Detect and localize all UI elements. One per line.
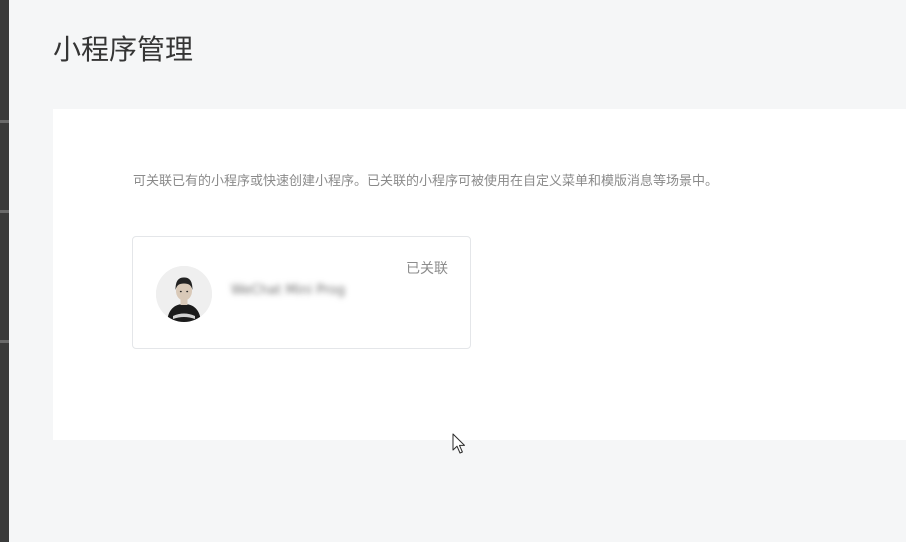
panel-description: 可关联已有的小程序或快速创建小程序。已关联的小程序可被使用在自定义菜单和模版消息… <box>133 174 719 189</box>
linked-status-label: 已关联 <box>406 261 448 277</box>
left-edge-marker <box>0 210 9 213</box>
left-edge-marker <box>0 120 9 123</box>
miniprogram-card[interactable]: WeChat Mini Prog 已关联 <box>132 236 471 349</box>
miniprogram-name: WeChat Mini Prog <box>231 283 346 298</box>
page-title: 小程序管理 <box>53 33 194 66</box>
window-left-edge <box>0 0 9 542</box>
person-avatar-icon <box>156 266 212 322</box>
mouse-pointer-icon <box>452 433 466 455</box>
miniprogram-panel: 可关联已有的小程序或快速创建小程序。已关联的小程序可被使用在自定义菜单和模版消息… <box>53 109 906 440</box>
left-edge-marker <box>0 340 9 343</box>
